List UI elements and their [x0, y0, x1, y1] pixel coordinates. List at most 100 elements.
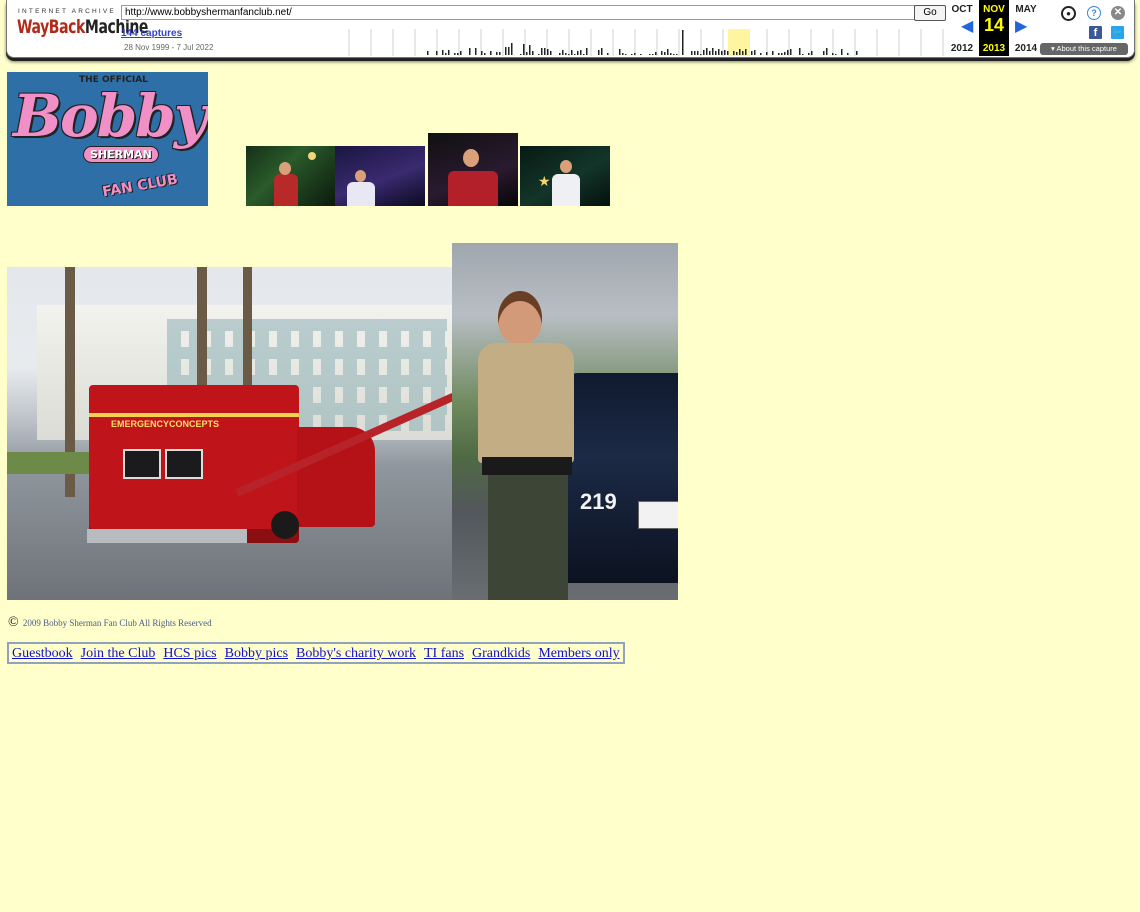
sparkline-bar [469, 48, 471, 55]
wayback-toolbar: INTERNET ARCHIVE WayBackMachine http://w… [6, 0, 1135, 58]
ambulance-wheel [271, 511, 299, 539]
officer-head [498, 291, 542, 345]
wayback-logo[interactable]: INTERNET ARCHIVE WayBackMachine [17, 8, 148, 48]
sparkline-bars [427, 30, 858, 55]
prev-capture-arrow-icon[interactable]: ◀ [961, 19, 973, 35]
next-month-label: MAY [1015, 4, 1037, 15]
nav-link-ti-fans[interactable]: TI fans [424, 646, 464, 661]
prev-year-label[interactable]: 2012 [947, 43, 977, 54]
lawn [7, 452, 97, 474]
sparkline-bar [523, 44, 525, 55]
sparkline-bar [475, 48, 477, 55]
nav-link-members-only[interactable]: Members only [538, 646, 619, 661]
about-capture-button[interactable]: ▾ About this capture [1040, 43, 1128, 55]
sparkline-bar [547, 49, 549, 55]
sparkline-bar [574, 54, 576, 55]
help-icon[interactable]: ? [1087, 6, 1101, 20]
police-car [562, 373, 678, 583]
officer-pants [488, 475, 568, 600]
site-navigation: Guestbook Join the Club HCS pics Bobby p… [7, 642, 625, 664]
sparkline-bar [448, 50, 450, 55]
sparkline-bar [442, 50, 444, 55]
thumbnail-photo-3[interactable] [428, 133, 518, 206]
user-icon[interactable]: ● [1061, 6, 1076, 21]
capture-date-range: 28 Nov 1999 - 7 Jul 2022 [124, 43, 214, 52]
sparkline-bar [559, 53, 561, 55]
sparkline-bar [649, 54, 651, 55]
copyright-text: 2009 Bobby Sherman Fan Club All Rights R… [22, 618, 212, 628]
ambulance-stripe [89, 413, 299, 417]
sparkline-bar [601, 48, 603, 55]
sparkline-bar [739, 49, 741, 55]
nav-link-join-the-club[interactable]: Join the Club [81, 646, 156, 661]
sparkline-bar [715, 51, 717, 55]
sparkline-bar [577, 51, 579, 55]
license-plate [638, 501, 678, 529]
sparkline-bar [496, 52, 498, 55]
sparkline-bar [634, 53, 636, 55]
sparkline-bar [520, 54, 522, 55]
sparkline-bar [583, 54, 585, 55]
sparkline-bar [697, 51, 699, 55]
sparkline-bar [607, 53, 609, 55]
copyright-symbol-icon: © [8, 615, 19, 630]
sparkline-bar [808, 53, 810, 55]
thumbnail-photo-2[interactable] [335, 146, 425, 206]
sparkline-bar [457, 53, 459, 55]
thumbnail-photo-4[interactable]: ★ [520, 146, 610, 206]
sparkline-bar [532, 51, 534, 55]
sparkline-bar [499, 52, 501, 55]
about-capture-label: About this capture [1056, 44, 1117, 53]
sparkline-bar [766, 52, 768, 55]
next-year-label[interactable]: 2014 [1011, 43, 1041, 54]
sparkline-bar [460, 51, 462, 55]
sparkline-bar [481, 51, 483, 55]
current-year-label: 2013 [982, 43, 1006, 54]
sparkline-bar [709, 51, 711, 55]
sparkline-bar [580, 50, 582, 55]
nav-link-charity-work[interactable]: Bobby's charity work [296, 646, 416, 661]
police-car-number: 219 [580, 489, 617, 514]
palm-trunk-2 [197, 267, 207, 397]
nav-link-grandkids[interactable]: Grandkids [472, 646, 530, 661]
thumb-1-head [279, 162, 291, 175]
sparkline-bar [445, 53, 447, 55]
sparkline-bar [784, 52, 786, 55]
sparkline-year-dividers [348, 29, 944, 56]
captures-link[interactable]: 144 captures [121, 28, 182, 39]
nav-link-hcs-pics[interactable]: HCS pics [163, 646, 216, 661]
url-input[interactable]: http://www.bobbyshermanfanclub.net/ [121, 5, 915, 20]
logo-fanclub-text: FAN CLUB [101, 171, 179, 201]
go-button[interactable]: Go [914, 5, 946, 21]
sparkline-bar [490, 51, 492, 55]
nav-link-bobby-pics[interactable]: Bobby pics [225, 646, 288, 661]
nav-link-guestbook[interactable]: Guestbook [12, 646, 73, 661]
thumbnail-photo-1[interactable] [246, 146, 335, 206]
ambulance-sign-2: CONCEPTS [169, 419, 220, 429]
sparkline-bar [790, 49, 792, 55]
sparkline-bar [538, 54, 540, 55]
sparkline-bar [772, 51, 774, 55]
ambulance-photo: EMERGENCY CONCEPTS [7, 267, 453, 600]
sparkline-bar [427, 51, 429, 55]
sparkline-bar [703, 50, 705, 55]
twitter-icon[interactable]: 🐦 [1111, 26, 1124, 39]
thumb-1-light [308, 152, 316, 160]
copyright-notice: © 2009 Bobby Sherman Fan Club All Rights… [8, 615, 212, 631]
sparkline-bar [787, 50, 789, 55]
prev-month-label: OCT [951, 4, 973, 15]
logo-bobby-text: Bobby [13, 82, 208, 150]
next-capture-arrow-icon[interactable]: ▶ [1015, 19, 1027, 35]
sparkline-bar [571, 50, 573, 55]
capture-sparkline[interactable] [341, 26, 945, 56]
thumb-3-head [463, 149, 479, 167]
sparkline-bar [745, 49, 747, 55]
logo-sherman-text: SHERMAN [83, 146, 159, 163]
sparkline-bar [652, 54, 654, 55]
sparkline-bar [505, 47, 507, 55]
wayback-logo-wordmark: WayBackMachine [17, 17, 148, 37]
sparkline-bar [673, 54, 675, 55]
facebook-icon[interactable]: f [1089, 26, 1102, 39]
sparkline-bar [712, 48, 714, 55]
close-icon[interactable]: ✕ [1111, 6, 1125, 20]
